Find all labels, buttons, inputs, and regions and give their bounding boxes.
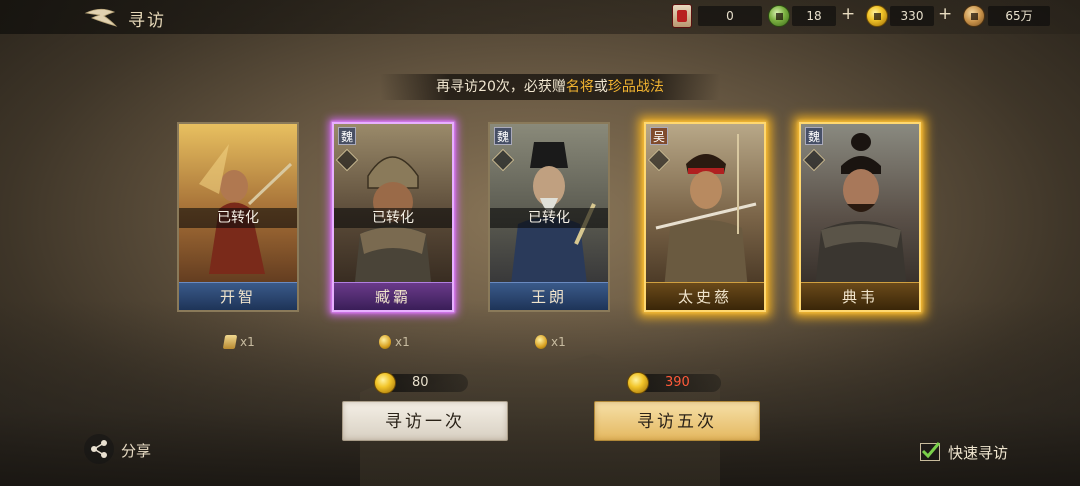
share-button[interactable] [84, 434, 114, 464]
recruit-five-button[interactable]: 寻访五次 [594, 401, 760, 441]
general-card-5[interactable]: 魏 典韦 [799, 122, 921, 312]
copper-coin-icon [963, 5, 985, 27]
recruit-token-count: 0 [698, 6, 762, 26]
general-name: 王朗 [490, 282, 608, 310]
reward-count: x1 [395, 335, 410, 349]
general-card-1[interactable]: 已转化 开智 [177, 122, 299, 312]
scroll-icon [222, 335, 238, 349]
cost-five: 390 [627, 372, 721, 394]
recruit-once-button[interactable]: 寻访一次 [342, 401, 508, 441]
gold-coin-icon [627, 372, 649, 394]
copper-count: 65万 [988, 6, 1050, 26]
add-gold-button[interactable]: + [938, 4, 952, 24]
faction-badge: 魏 [338, 127, 356, 145]
card-3-reward: x1 [535, 334, 575, 350]
gold-coin-icon [866, 5, 888, 27]
cost-value: 390 [665, 375, 690, 390]
back-button[interactable] [82, 4, 122, 30]
reward-count: x1 [551, 335, 566, 349]
general-card-4[interactable]: 吴 太史慈 [644, 122, 766, 312]
quick-recruit-label[interactable]: 快速寻访 [948, 442, 1008, 463]
converted-label: 已转化 [334, 208, 452, 228]
cost-once: 80 [374, 372, 468, 394]
general-card-3[interactable]: 魏 已转化 王朗 [488, 122, 610, 312]
add-jade-button[interactable]: + [841, 4, 855, 24]
faction-badge: 魏 [494, 127, 512, 145]
card-2-reward: x1 [379, 334, 419, 350]
general-name: 开智 [179, 282, 297, 310]
checkmark-icon [921, 442, 941, 459]
share-label[interactable]: 分享 [121, 440, 151, 461]
converted-label: 已转化 [179, 208, 297, 228]
converted-label: 已转化 [490, 208, 608, 228]
banner-mid: 或 [593, 79, 608, 95]
reward-count: x1 [240, 335, 255, 349]
quick-recruit-checkbox[interactable] [920, 442, 941, 461]
gold-coin-icon [379, 335, 391, 349]
top-bar: 寻访 0 18 + 330 + 65万 [0, 0, 1080, 34]
back-arrow-icon [84, 8, 118, 27]
general-name: 太史慈 [646, 282, 764, 310]
faction-badge: 吴 [650, 127, 668, 145]
jade-coin-icon [768, 5, 790, 27]
share-icon [91, 440, 107, 458]
banner-highlight-general: 名将 [565, 79, 594, 95]
gold-coin-icon [374, 372, 396, 394]
gold-coin-icon [535, 335, 547, 349]
general-card-2[interactable]: 魏 已转化 臧霸 [332, 122, 454, 312]
guarantee-banner: 再寻访20次，必获赠名将或珍品战法 [380, 74, 720, 100]
jade-count: 18 [792, 6, 836, 26]
page-title: 寻访 [128, 11, 166, 31]
banner-prefix: 再寻访20次，必获赠 [436, 79, 566, 95]
banner-highlight-tactic: 珍品战法 [607, 79, 664, 95]
faction-badge: 魏 [805, 127, 823, 145]
general-name: 典韦 [801, 282, 919, 310]
card-1-reward: x1 [222, 334, 264, 350]
gold-count: 330 [890, 6, 934, 26]
general-name: 臧霸 [334, 282, 452, 310]
recruit-token-icon [672, 4, 692, 28]
cost-value: 80 [412, 375, 429, 390]
